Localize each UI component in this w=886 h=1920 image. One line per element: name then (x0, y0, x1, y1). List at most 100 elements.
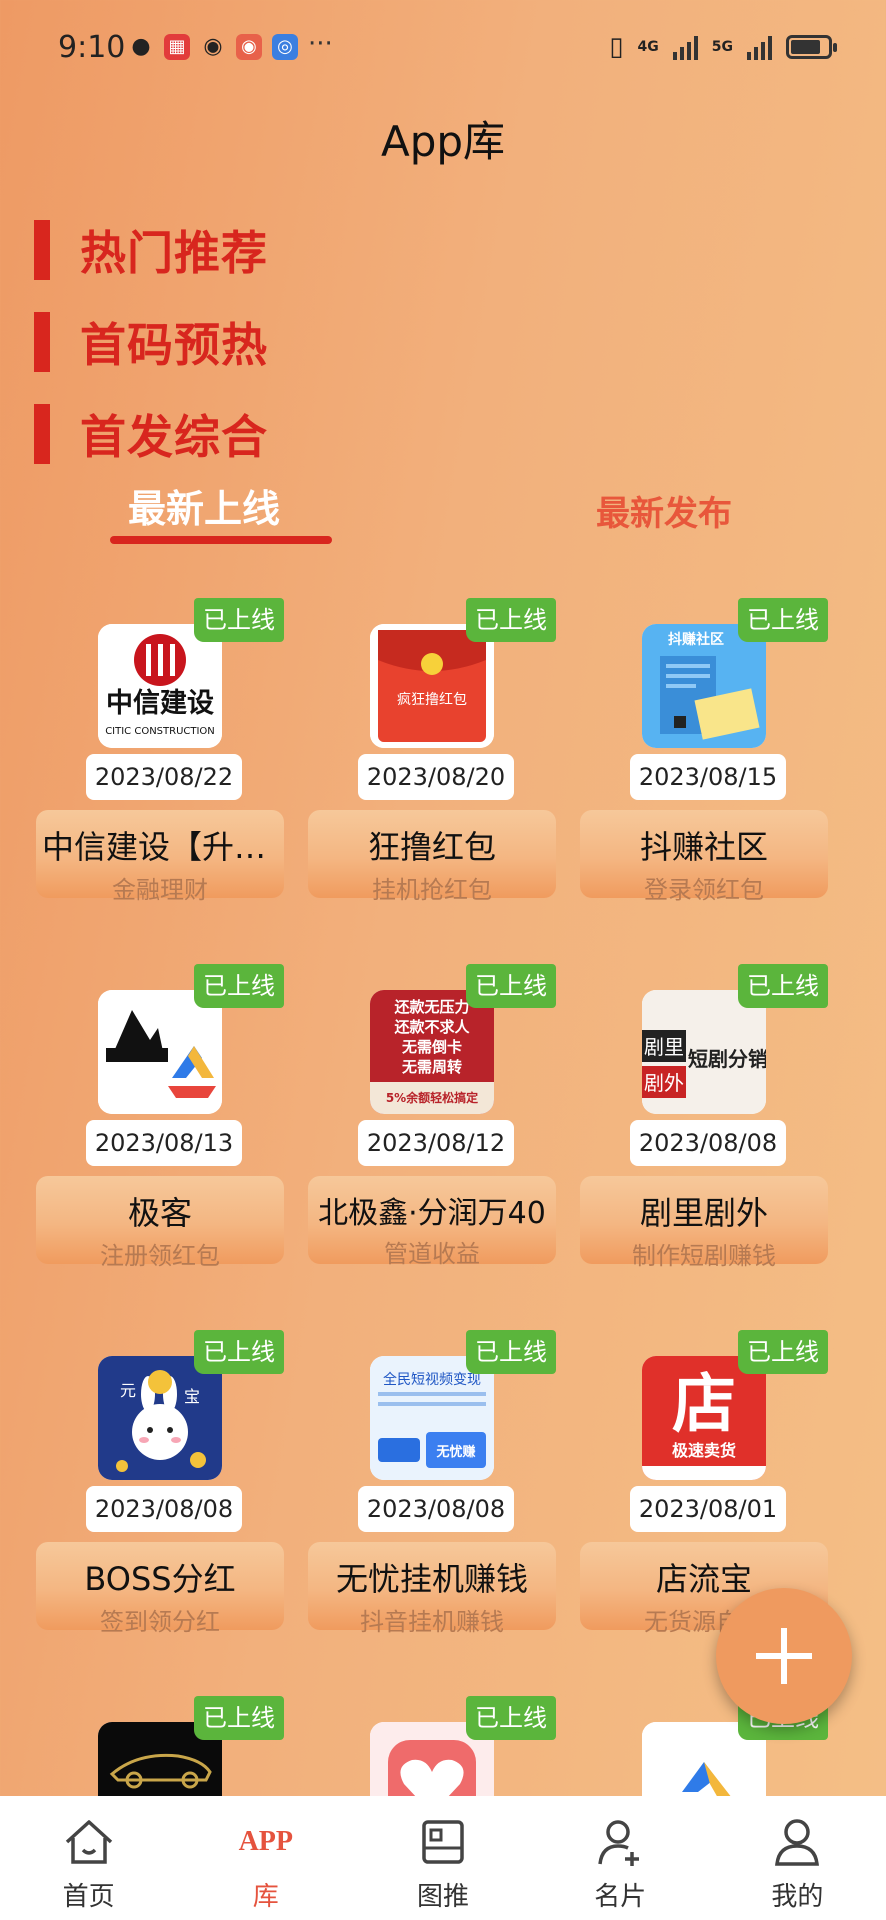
book-icon: ▦ (164, 34, 190, 60)
weibo-icon: ◉ (236, 34, 262, 60)
app-tagline: 管道收益 (384, 1240, 480, 1268)
nav-label: 首页 (62, 1882, 115, 1912)
release-date: 2023/08/15 (630, 754, 786, 800)
app-card[interactable]: 抖赚社区 已上线 2023/08/15 抖赚社区 登录领红包 (580, 598, 828, 904)
hongbao-text: 疯狂撸红包 (397, 692, 467, 708)
app-card[interactable]: 元 宝 已上线 2023/08/08 BOSS分红 签到领分红 (36, 1330, 284, 1636)
release-date: 2023/08/20 (358, 754, 514, 800)
nav-home[interactable]: 首页 (0, 1796, 177, 1920)
bjx-line-2: 还款不求人 (393, 1018, 470, 1036)
dianliubao-icon: 店 极速卖货 (642, 1356, 766, 1480)
dian-sub-text: 极速卖货 (672, 1441, 736, 1460)
status-badge: 已上线 (194, 1696, 284, 1740)
category-menu: 热门推荐 首码预热 首发综合 (34, 204, 268, 480)
menu-item-debut[interactable]: 首发综合 (34, 388, 268, 480)
clock: 9:10 (58, 30, 126, 65)
app-tagline: 登录领红包 (644, 876, 764, 904)
app-card[interactable]: 全民短视频变现 无忧赚 已上线 2023/08/08 无忧挂机赚钱 抖音挂机赚钱 (308, 1330, 556, 1636)
wuyou-tag-text: 无忧赚 (435, 1444, 475, 1460)
browser-icon: ◎ (272, 34, 298, 60)
profile-icon (775, 1819, 820, 1866)
bjx-line-3: 无需倒卡 (401, 1038, 462, 1056)
app-name: 北极鑫·分润万40 (318, 1196, 546, 1231)
jw-text: 剧外 (644, 1071, 684, 1095)
app-info: 极客 注册领红包 (36, 1176, 284, 1270)
nav-label: 我的 (771, 1882, 824, 1912)
boss-left-text: 元 (120, 1381, 136, 1400)
nav-app-library[interactable]: APP 库 (177, 1796, 354, 1920)
more-notifications-icon: ··· (308, 29, 333, 59)
release-date: 2023/08/08 (630, 1120, 786, 1166)
signal-icon-2 (747, 34, 772, 60)
menu-marker (34, 312, 50, 372)
bottom-nav: 首页 APP 库 图推 名片 我的 (0, 1796, 886, 1920)
status-badge: 已上线 (194, 1330, 284, 1374)
status-badge: 已上线 (466, 598, 556, 642)
system-indicators: ▯ 4G 5G (609, 32, 837, 62)
app-card[interactable]: 店 极速卖货 已上线 2023/08/01 店流宝 无货源自动 (580, 1330, 828, 1636)
signal-icon (672, 34, 698, 60)
menu-marker (34, 220, 50, 280)
release-date: 2023/08/13 (86, 1120, 242, 1166)
app-tagline: 签到领分红 (100, 1608, 220, 1636)
menu-item-preheat[interactable]: 首码预热 (34, 296, 268, 388)
tab-latest-release[interactable]: 最新发布 (596, 486, 732, 535)
app-tagline: 抖音挂机赚钱 (360, 1608, 504, 1636)
page-title: App库 (380, 117, 506, 166)
app-info: 剧里剧外制作短剧赚钱 (580, 1176, 828, 1270)
app-card[interactable]: 剧里 剧外 短剧分销 已上线 2023/08/08 剧里剧外 制作短剧赚钱 (580, 964, 828, 1270)
add-contact-icon (598, 1820, 640, 1866)
boss-rabbit-icon: 元 宝 (98, 1356, 222, 1480)
jl-side-text: 短剧分销 (688, 1047, 766, 1071)
app-name: 狂撸红包 (367, 828, 496, 866)
app-name: 剧里剧外 (639, 1194, 768, 1232)
status-badge: 已上线 (466, 1330, 556, 1374)
vibrate-icon: ▯ (609, 32, 624, 62)
app-info: 北极鑫·分润万40 管道收益 (308, 1176, 556, 1268)
app-card[interactable]: 中信建设 CITIC CONSTRUCTION 已上线 2023/08/22 中… (36, 598, 284, 904)
tab-latest-online[interactable]: 最新上线 (128, 478, 280, 533)
douzhuan-title-text: 抖赚社区 (668, 631, 724, 648)
net-label-1: 4G (637, 39, 659, 55)
nav-image-post[interactable]: 图推 (354, 1796, 531, 1920)
citic-en-text: CITIC CONSTRUCTION (105, 726, 215, 737)
boss-right-text: 宝 (184, 1387, 200, 1406)
jike-logo-icon (98, 990, 222, 1114)
red-envelope-icon: 疯狂撸红包 (370, 624, 494, 748)
chat-icon: ◉ (203, 34, 223, 59)
app-tagline: 注册领红包 (100, 1242, 220, 1270)
douzhuan-icon: 抖赚社区 (642, 624, 766, 748)
app-info: 中信建设【升级版】金融理财 (36, 810, 284, 904)
menu-marker (34, 404, 50, 464)
nav-label: 库 (252, 1882, 279, 1912)
wuyou-title-text: 全民短视频变现 (383, 1371, 481, 1388)
home-icon (65, 1820, 112, 1864)
bjx-footer: 5%余额轻松搞定 (386, 1090, 478, 1105)
citic-cn-text: 中信建设 (106, 688, 214, 719)
app-tagline: 制作短剧赚钱 (632, 1242, 776, 1270)
status-badge: 已上线 (466, 964, 556, 1008)
menu-item-hot[interactable]: 热门推荐 (34, 204, 268, 296)
app-info: 抖赚社区 登录领红包 (580, 810, 828, 904)
nav-label: 图推 (417, 1882, 470, 1912)
add-button[interactable] (716, 1588, 852, 1724)
nav-business-card[interactable]: 名片 (532, 1796, 709, 1920)
nav-profile[interactable]: 我的 (709, 1796, 886, 1920)
image-post-icon (422, 1820, 464, 1864)
app-card[interactable]: 还款无压力 还款不求人 无需倒卡 无需周转 5%余额轻松搞定 已上线 2023/… (308, 964, 556, 1268)
bjx-line-1: 还款无压力 (393, 998, 469, 1016)
app-card[interactable]: 已上线 2023/08/13 极客 注册领红包 (36, 964, 284, 1270)
battery-icon (786, 35, 837, 59)
status-bar: 9:10 ● ▦ ◉ ◉ ◎ ··· ▯ 4G 5G (0, 0, 886, 100)
menu-item-label: 热门推荐 (80, 226, 268, 280)
app-tagline: 金融理财 (112, 876, 208, 904)
app-name: 极客 (127, 1194, 192, 1232)
app-info: 无忧挂机赚钱 抖音挂机赚钱 (308, 1542, 556, 1636)
app-info: BOSS分红 签到领分红 (36, 1542, 284, 1636)
wuyou-icon: 全民短视频变现 无忧赚 (370, 1356, 494, 1480)
app-card[interactable]: 疯狂撸红包 已上线 2023/08/20 狂撸红包 挂机抢红包 (308, 598, 556, 904)
app-name: 中信建设【升级版】 (42, 828, 284, 866)
penguin-icon: ● (131, 34, 151, 59)
status-badge: 已上线 (738, 964, 828, 1008)
app-info: 狂撸红包 挂机抢红包 (308, 810, 556, 904)
